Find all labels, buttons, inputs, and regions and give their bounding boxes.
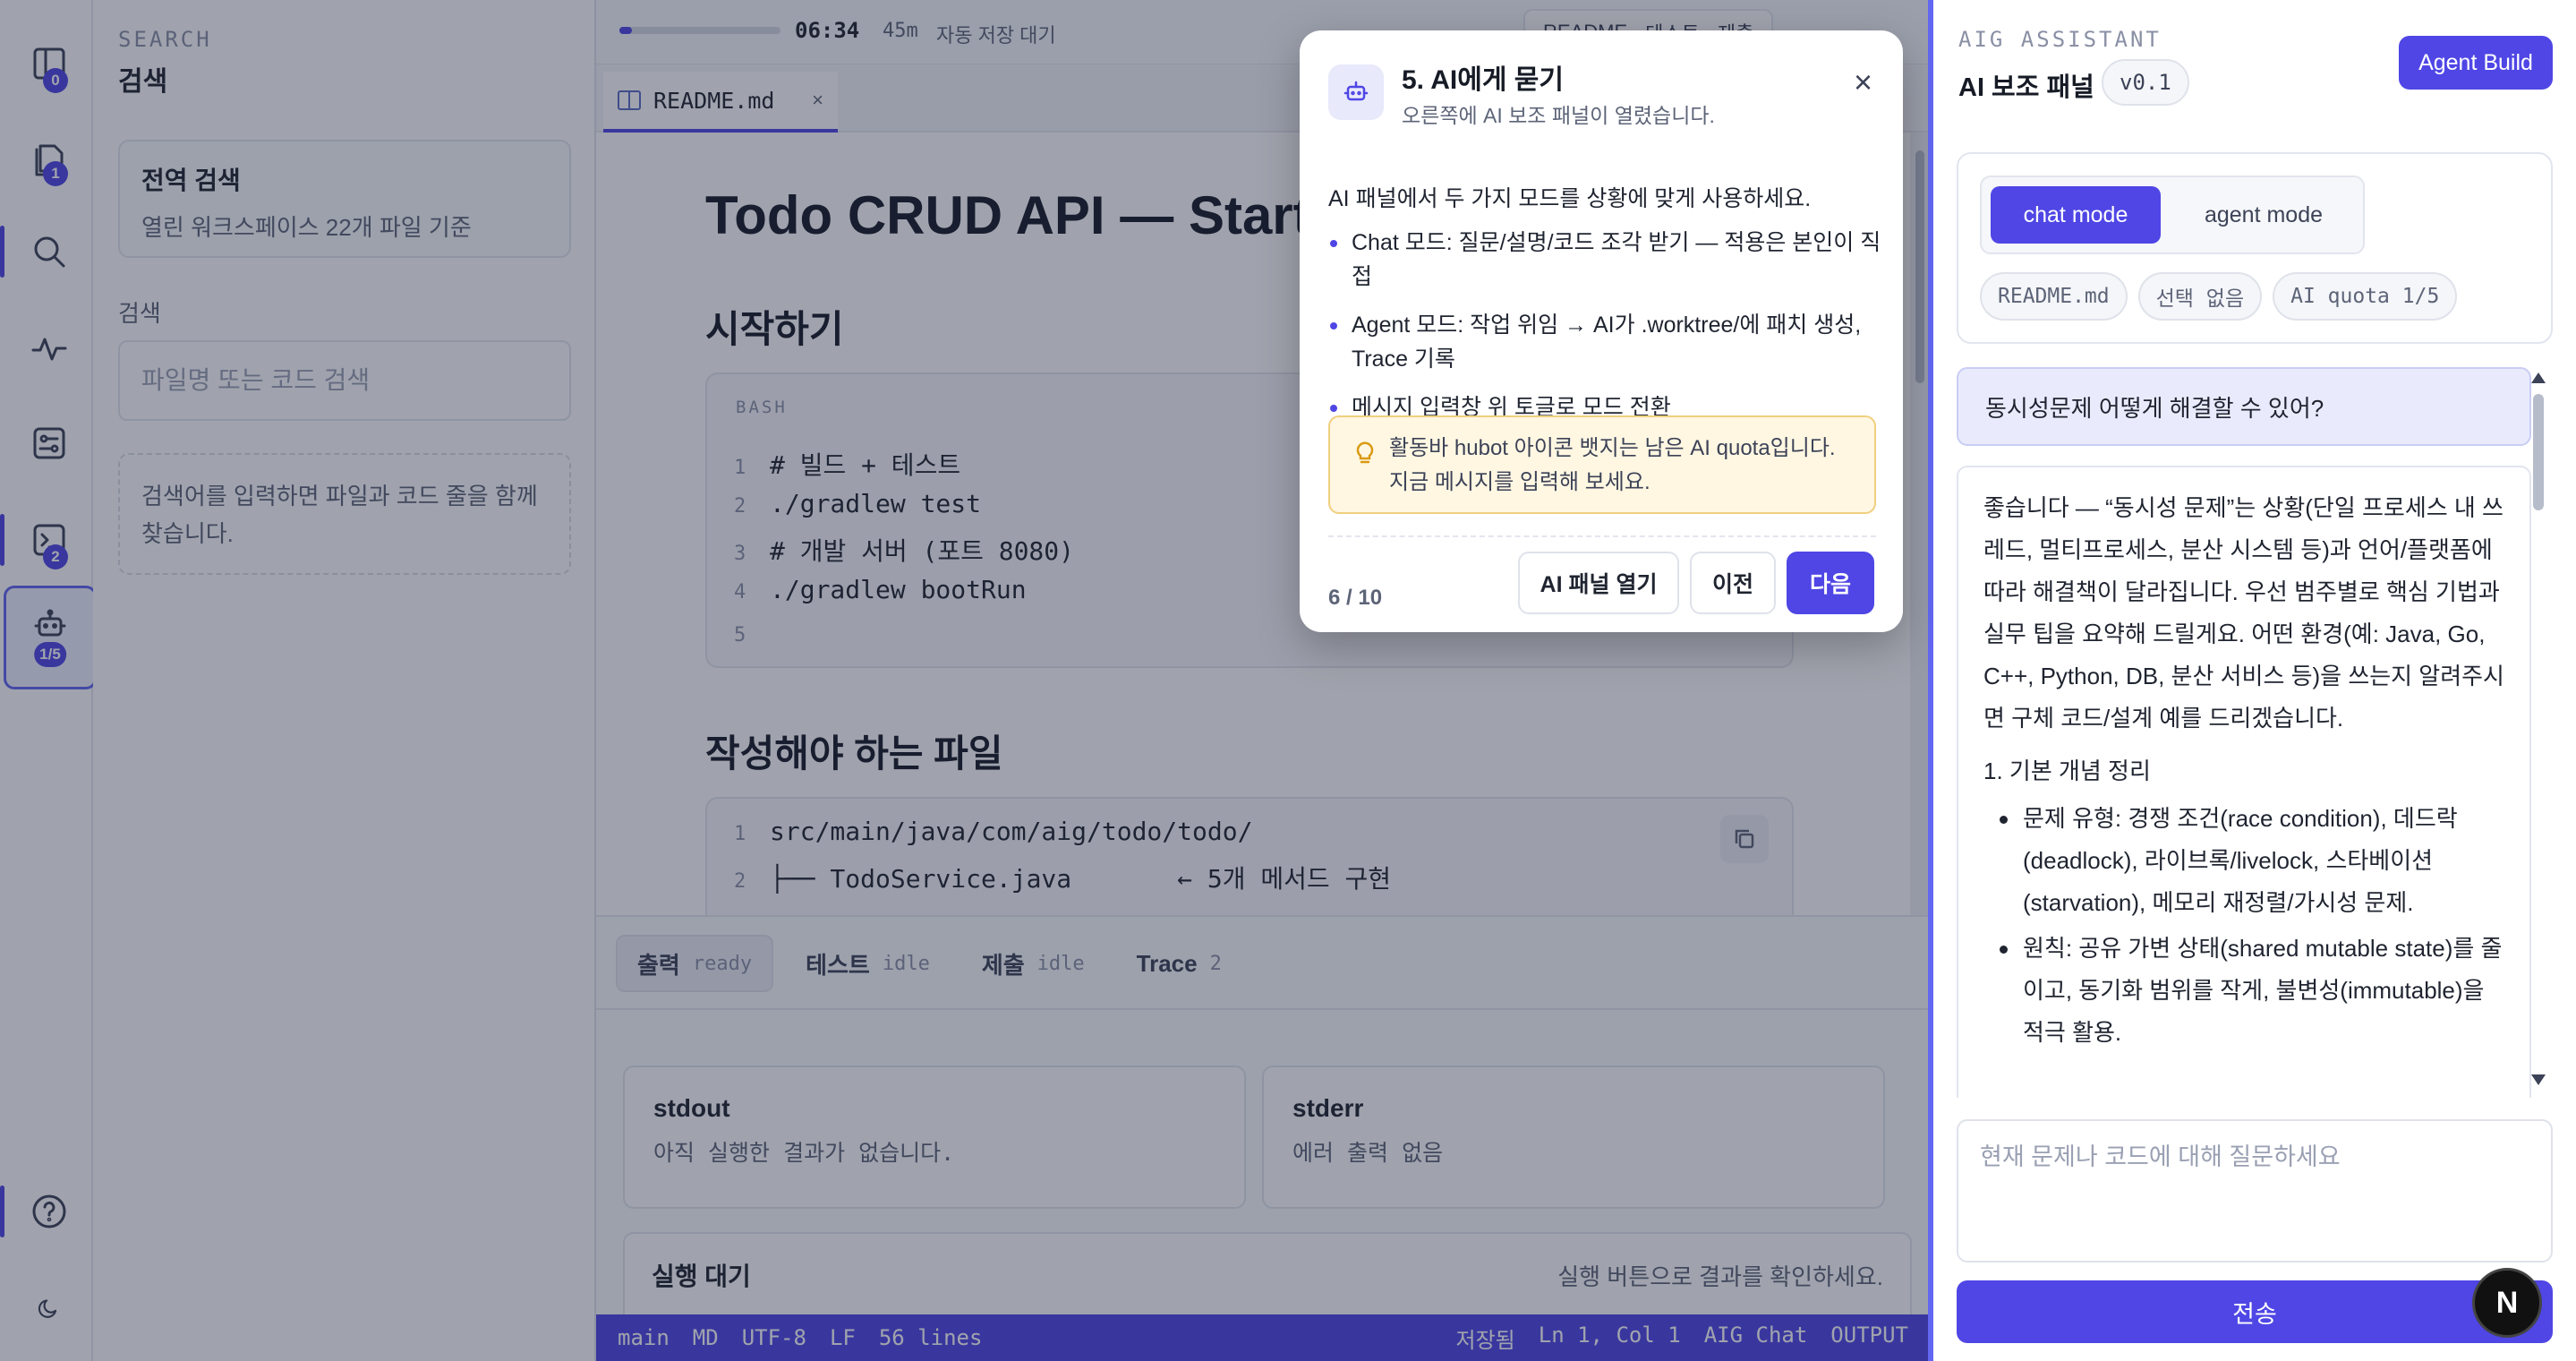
tour-bullets: Chat 모드: 질문/설명/코드 조각 받기 — 적용은 본인이 직접 Age… bbox=[1328, 226, 1883, 439]
tour-step-counter: 6 / 10 bbox=[1328, 586, 1383, 610]
context-chips: README.md 선택 없음 AI quota 1/5 bbox=[1980, 272, 2458, 321]
tour-close-icon[interactable]: × bbox=[1854, 66, 1872, 98]
tour-divider bbox=[1328, 535, 1876, 537]
assistant-bullet: 원칙: 공유 가변 상태(shared mutable state)를 줄이고,… bbox=[1983, 928, 2504, 1054]
tour-prev-button[interactable]: 이전 bbox=[1690, 552, 1776, 614]
tour-tip-text: 활동바 hubot 아이콘 뱃지는 남은 AI quota입니다. 지금 메시지… bbox=[1389, 436, 1836, 494]
tour-title: 5. AI에게 묻기 bbox=[1402, 65, 1564, 95]
scroll-up-icon[interactable] bbox=[2531, 372, 2546, 383]
tour-subtitle: 오른쪽에 AI 보조 패널이 열렸습니다. bbox=[1402, 104, 1715, 127]
scroll-down-icon[interactable] bbox=[2531, 1074, 2546, 1085]
chat-scrollbar[interactable] bbox=[2528, 367, 2549, 1101]
ai-assistant-panel: AIG ASSISTANT AI 보조 패널 v0.1 Agent Build … bbox=[1933, 0, 2576, 1361]
mode-card: chat mode agent mode README.md 선택 없음 AI … bbox=[1957, 152, 2553, 344]
assistant-message: 좋습니다 — “동시성 문제”는 상황(단일 프로세스 내 쓰레드, 멀티프로세… bbox=[1957, 466, 2531, 1098]
assistant-kicker: AIG ASSISTANT bbox=[1958, 27, 2162, 52]
hubot-icon bbox=[1328, 64, 1384, 120]
lightbulb-icon bbox=[1356, 441, 1374, 464]
chat-scroll-thumb[interactable] bbox=[2533, 394, 2544, 510]
tour-next-button[interactable]: 다음 bbox=[1787, 552, 1874, 614]
user-message: 동시성문제 어떻게 해결할 수 있어? bbox=[1957, 367, 2531, 446]
assistant-title: AI 보조 패널 bbox=[1958, 73, 2094, 102]
context-chip-quota: AI quota 1/5 bbox=[2273, 272, 2458, 321]
open-ai-panel-button[interactable]: AI 패널 열기 bbox=[1518, 552, 1679, 614]
tour-bullet: Chat 모드: 질문/설명/코드 조각 받기 — 적용은 본인이 직접 bbox=[1328, 226, 1883, 294]
n-logo[interactable]: N bbox=[2472, 1268, 2542, 1338]
send-button[interactable]: 전송 bbox=[1957, 1280, 2553, 1343]
assistant-bullets: 문제 유형: 경쟁 조건(race condition), 데드락(deadlo… bbox=[1983, 798, 2504, 1054]
assistant-list-heading: 1. 기본 개념 정리 bbox=[1983, 758, 2151, 784]
context-chip-file: README.md bbox=[1980, 272, 2128, 321]
chat-input[interactable] bbox=[1957, 1119, 2553, 1263]
agent-mode-button[interactable]: agent mode bbox=[2170, 186, 2358, 244]
agent-build-button[interactable]: Agent Build bbox=[2399, 36, 2553, 90]
tour-intro: AI 패널에서 두 가지 모드를 상황에 맞게 사용하세요. bbox=[1328, 186, 1812, 211]
version-badge: v0.1 bbox=[2102, 59, 2189, 106]
assistant-bullet: 문제 유형: 경쟁 조건(race condition), 데드락(deadlo… bbox=[1983, 798, 2504, 924]
context-chip-selection: 선택 없음 bbox=[2137, 272, 2263, 321]
chat-messages: 동시성문제 어떻게 해결할 수 있어? 좋습니다 — “동시성 문제”는 상황(… bbox=[1957, 358, 2553, 1098]
tour-tip: 활동바 hubot 아이콘 뱃지는 남은 AI quota입니다. 지금 메시지… bbox=[1328, 415, 1876, 514]
tour-bullet: Agent 모드: 작업 위임 → AI가 .worktree/에 패치 생성,… bbox=[1328, 308, 1883, 376]
tour-dialog: 5. AI에게 묻기 오른쪽에 AI 보조 패널이 열렸습니다. × AI 패널… bbox=[1300, 30, 1903, 632]
assistant-paragraph: 좋습니다 — “동시성 문제”는 상황(단일 프로세스 내 쓰레드, 멀티프로세… bbox=[1983, 494, 2504, 732]
mode-toggle: chat mode agent mode bbox=[1980, 175, 2365, 254]
chat-mode-button[interactable]: chat mode bbox=[1991, 186, 2161, 244]
